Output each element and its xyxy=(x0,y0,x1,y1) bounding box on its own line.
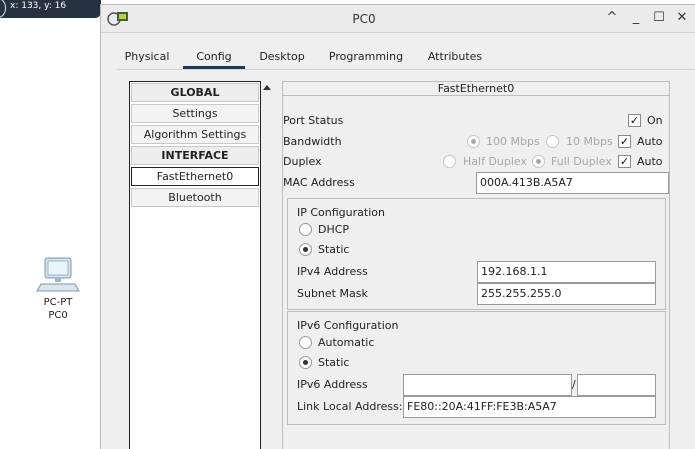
nav-item-algorithm-settings[interactable]: Algorithm Settings xyxy=(131,125,259,144)
nav-item-fastethernet0[interactable]: FastEthernet0 xyxy=(131,167,259,186)
window-title: PC0 xyxy=(352,12,376,26)
scroll-up-icon[interactable] xyxy=(263,85,271,90)
ipv6-static-label: Static xyxy=(318,356,350,369)
ipv6-prefix-field[interactable] xyxy=(577,374,656,396)
link-local-address-field[interactable]: FE80::20A:41FF:FE3B:A5A7 xyxy=(403,396,656,418)
nav-scrollbar[interactable] xyxy=(262,81,274,449)
half-duplex-label: Half Duplex xyxy=(463,155,528,168)
dhcp-label: DHCP xyxy=(318,223,350,236)
duplex-label: Duplex xyxy=(283,155,322,168)
coordinate-text: x: 133, y: 16 xyxy=(10,1,67,11)
device-model: PC-PT xyxy=(43,297,73,308)
coordinate-readout: x: 133, y: 16 xyxy=(0,0,101,18)
duplex-auto-label: Auto xyxy=(637,155,663,168)
pc-device[interactable]: PC-PT PC0 xyxy=(30,256,86,322)
ipv6-prefix-separator: / xyxy=(572,378,576,391)
nav-item-settings[interactable]: Settings xyxy=(131,104,259,123)
dhcp-radio[interactable] xyxy=(299,223,312,236)
ipv6-configuration-title: IPv6 Configuration xyxy=(297,319,399,332)
bandwidth-auto-checkbox[interactable]: ✓ xyxy=(618,135,631,148)
ipv4-address-field[interactable]: 192.168.1.1 xyxy=(477,261,656,283)
maximize-icon[interactable]: ☐ xyxy=(652,11,666,25)
tab-config[interactable]: Config xyxy=(183,47,245,69)
ipv4-static-radio[interactable] xyxy=(299,243,312,256)
port-status-on-label: On xyxy=(647,114,663,127)
bandwidth-10-radio[interactable] xyxy=(546,135,559,148)
duplex-auto-checkbox[interactable]: ✓ xyxy=(618,155,631,168)
ipv6-configuration-group: IPv6 Configuration Automatic Static IPv6… xyxy=(287,311,666,425)
title-bar[interactable]: PC0 ^ _ ☐ ✕ xyxy=(101,5,695,33)
readout-arc xyxy=(0,0,6,18)
half-duplex-radio[interactable] xyxy=(443,155,456,168)
tab-programming[interactable]: Programming xyxy=(321,47,411,69)
mac-address-label: MAC Address xyxy=(283,176,355,189)
nav-item-bluetooth[interactable]: Bluetooth xyxy=(131,188,259,207)
ipv6-address-label: IPv6 Address xyxy=(297,378,368,391)
nav-header-interface: INTERFACE xyxy=(131,146,259,165)
subnet-mask-label: Subnet Mask xyxy=(297,287,368,300)
ipv6-static-radio[interactable] xyxy=(299,356,312,369)
tab-attributes[interactable]: Attributes xyxy=(419,47,491,69)
ipv6-automatic-radio[interactable] xyxy=(299,336,312,349)
bandwidth-auto-label: Auto xyxy=(637,135,663,148)
ipv4-static-label: Static xyxy=(318,243,350,256)
bandwidth-label: Bandwidth xyxy=(283,135,342,148)
config-nav: GLOBAL Settings Algorithm Settings INTER… xyxy=(129,81,261,449)
ipv4-address-label: IPv4 Address xyxy=(297,265,368,278)
tab-physical[interactable]: Physical xyxy=(117,47,177,69)
ipv6-automatic-label: Automatic xyxy=(318,336,375,349)
full-duplex-label: Full Duplex xyxy=(551,155,612,168)
bandwidth-100-label: 100 Mbps xyxy=(486,135,540,148)
link-local-address-label: Link Local Address: xyxy=(297,400,403,413)
port-status-checkbox[interactable]: ✓ xyxy=(628,114,641,127)
restore-icon[interactable]: ^ xyxy=(605,11,619,25)
interface-panel: FastEthernet0 Port Status ✓ On Bandwidth… xyxy=(282,81,670,449)
bandwidth-10-label: 10 Mbps xyxy=(566,135,613,148)
ip-configuration-group: IP Configuration DHCP Static IPv4 Addres… xyxy=(287,198,666,310)
ipv6-address-field[interactable] xyxy=(403,374,572,396)
nav-header-global: GLOBAL xyxy=(131,83,259,102)
mac-address-field[interactable]: 000A.413B.A5A7 xyxy=(476,172,669,194)
close-icon[interactable]: ✕ xyxy=(675,11,689,25)
full-duplex-radio[interactable] xyxy=(532,155,545,168)
tab-divider xyxy=(117,69,695,70)
tab-desktop[interactable]: Desktop xyxy=(251,47,313,69)
ip-configuration-title: IP Configuration xyxy=(297,206,385,219)
device-window: PC0 ^ _ ☐ ✕ Physical Config Desktop Prog… xyxy=(100,4,695,449)
bandwidth-100-radio[interactable] xyxy=(467,135,480,148)
port-status-label: Port Status xyxy=(283,114,344,127)
panel-title: FastEthernet0 xyxy=(283,82,669,96)
device-name: PC0 xyxy=(48,310,68,321)
minimize-icon[interactable]: _ xyxy=(629,11,643,25)
pc-icon xyxy=(36,257,80,292)
subnet-mask-field[interactable]: 255.255.255.0 xyxy=(477,283,656,305)
